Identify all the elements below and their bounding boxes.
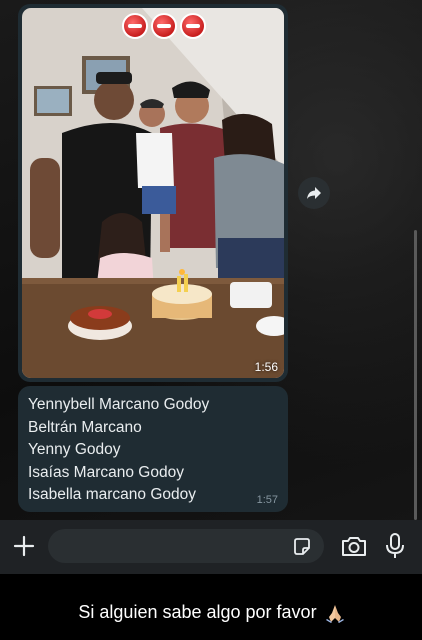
message-input[interactable] [62,529,286,565]
praying-hands-icon [325,605,344,624]
sticker-icon[interactable] [292,537,312,557]
caption: Si alguien sabe algo por favor [0,602,422,624]
heart-icon [122,13,148,39]
caption-text: Si alguien sabe algo por favor [78,602,317,622]
scrollbar[interactable] [414,230,417,520]
heart-icon [180,13,206,39]
name-line: Isaías Marcano Godoy [28,463,184,481]
forward-button[interactable] [298,177,330,209]
forward-icon [307,187,321,199]
heart-stickers [122,13,206,39]
names-list: Yennybell Marcano Godoy Beltrán Marcano … [28,394,209,507]
text-message[interactable]: Yennybell Marcano Godoy Beltrán Marcano … [18,386,288,512]
microphone-icon[interactable] [384,532,406,560]
caption-area: Si alguien sabe algo por favor [0,574,422,640]
family-photo[interactable] [22,8,284,378]
text-timestamp: 1:57 [256,494,278,506]
plus-icon[interactable] [12,534,36,558]
message-field[interactable] [48,529,324,565]
name-line: Isabella marcano Godoy [28,486,197,503]
photo-message[interactable]: 1:56 [18,4,288,382]
message-input-bar [0,520,422,574]
photo-timestamp: 1:56 [254,360,278,374]
name-line: Beltrán Marcano [28,418,142,436]
heart-icon [151,13,177,39]
name-line: Yennybell Marcano Godoy [28,396,210,413]
name-line: Yenny Godoy [28,441,121,458]
camera-icon[interactable] [340,534,368,558]
